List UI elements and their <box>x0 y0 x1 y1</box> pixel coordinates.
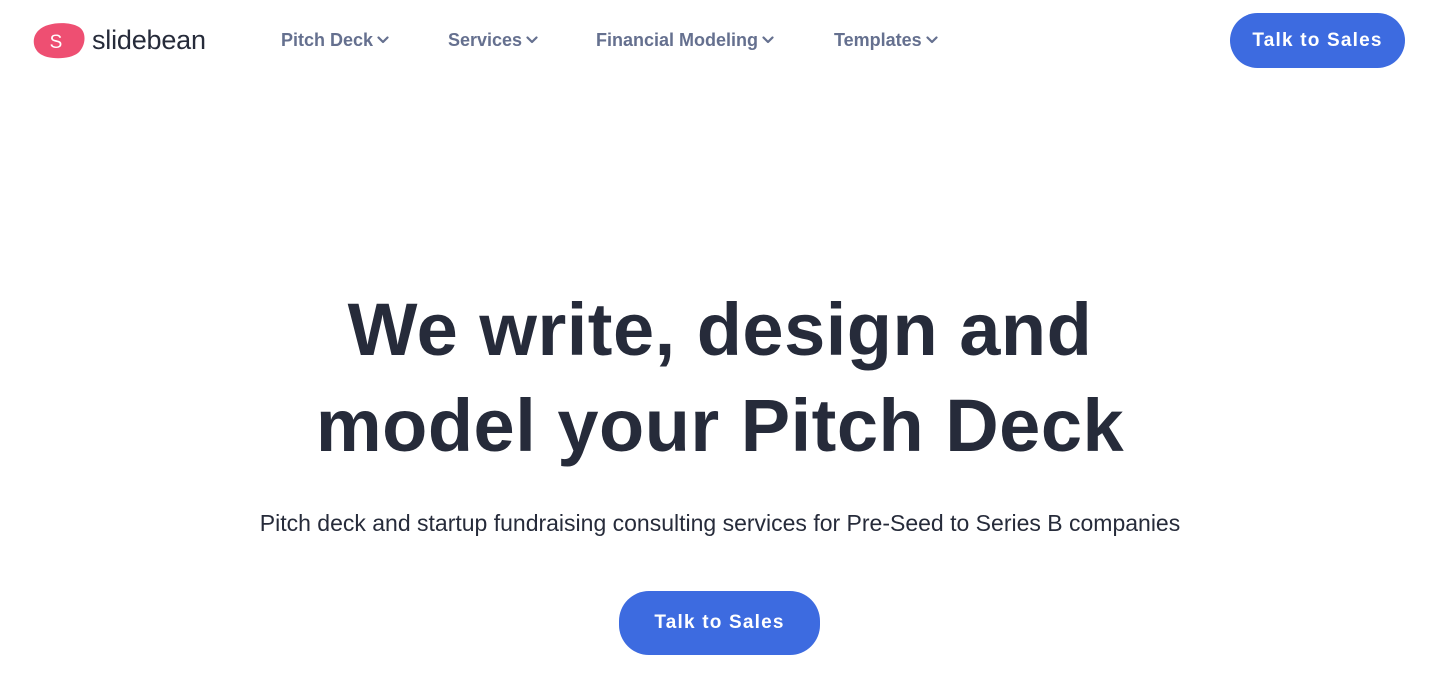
nav-item-label: Financial Modeling <box>596 30 759 50</box>
brand-name: slidebean <box>92 25 206 55</box>
hero-title: We write, design and model your Pitch De… <box>0 282 1440 474</box>
site-header: S slidebean Pitch Deck Services Financia… <box>0 0 1440 82</box>
chevron-down-icon <box>526 36 538 44</box>
nav-item-label: Templates <box>834 30 922 50</box>
nav-item-services[interactable]: Services <box>448 28 538 52</box>
chevron-down-icon <box>377 36 389 44</box>
nav-item-label: Services <box>448 30 523 50</box>
talk-to-sales-header-button[interactable]: Talk to Sales <box>1230 13 1405 68</box>
hero-subtitle: Pitch deck and startup fundraising consu… <box>259 510 1181 536</box>
slidebean-logo[interactable]: S slidebean <box>33 22 206 59</box>
nav-item-templates[interactable]: Templates <box>834 28 938 52</box>
nav-item-financial-modeling[interactable]: Financial Modeling <box>596 28 774 52</box>
hero-title-line-1: We write, design and <box>347 288 1093 371</box>
nav-item-label: Pitch Deck <box>281 30 374 50</box>
chevron-down-icon <box>926 36 938 44</box>
logo-letter: S <box>50 32 63 53</box>
slidebean-logo-icon: S <box>33 23 85 59</box>
hero-title-line-2: model your Pitch Deck <box>315 384 1125 467</box>
nav-item-pitch-deck[interactable]: Pitch Deck <box>281 28 389 52</box>
talk-to-sales-hero-button[interactable]: Talk to Sales <box>619 591 820 655</box>
chevron-down-icon <box>762 36 774 44</box>
